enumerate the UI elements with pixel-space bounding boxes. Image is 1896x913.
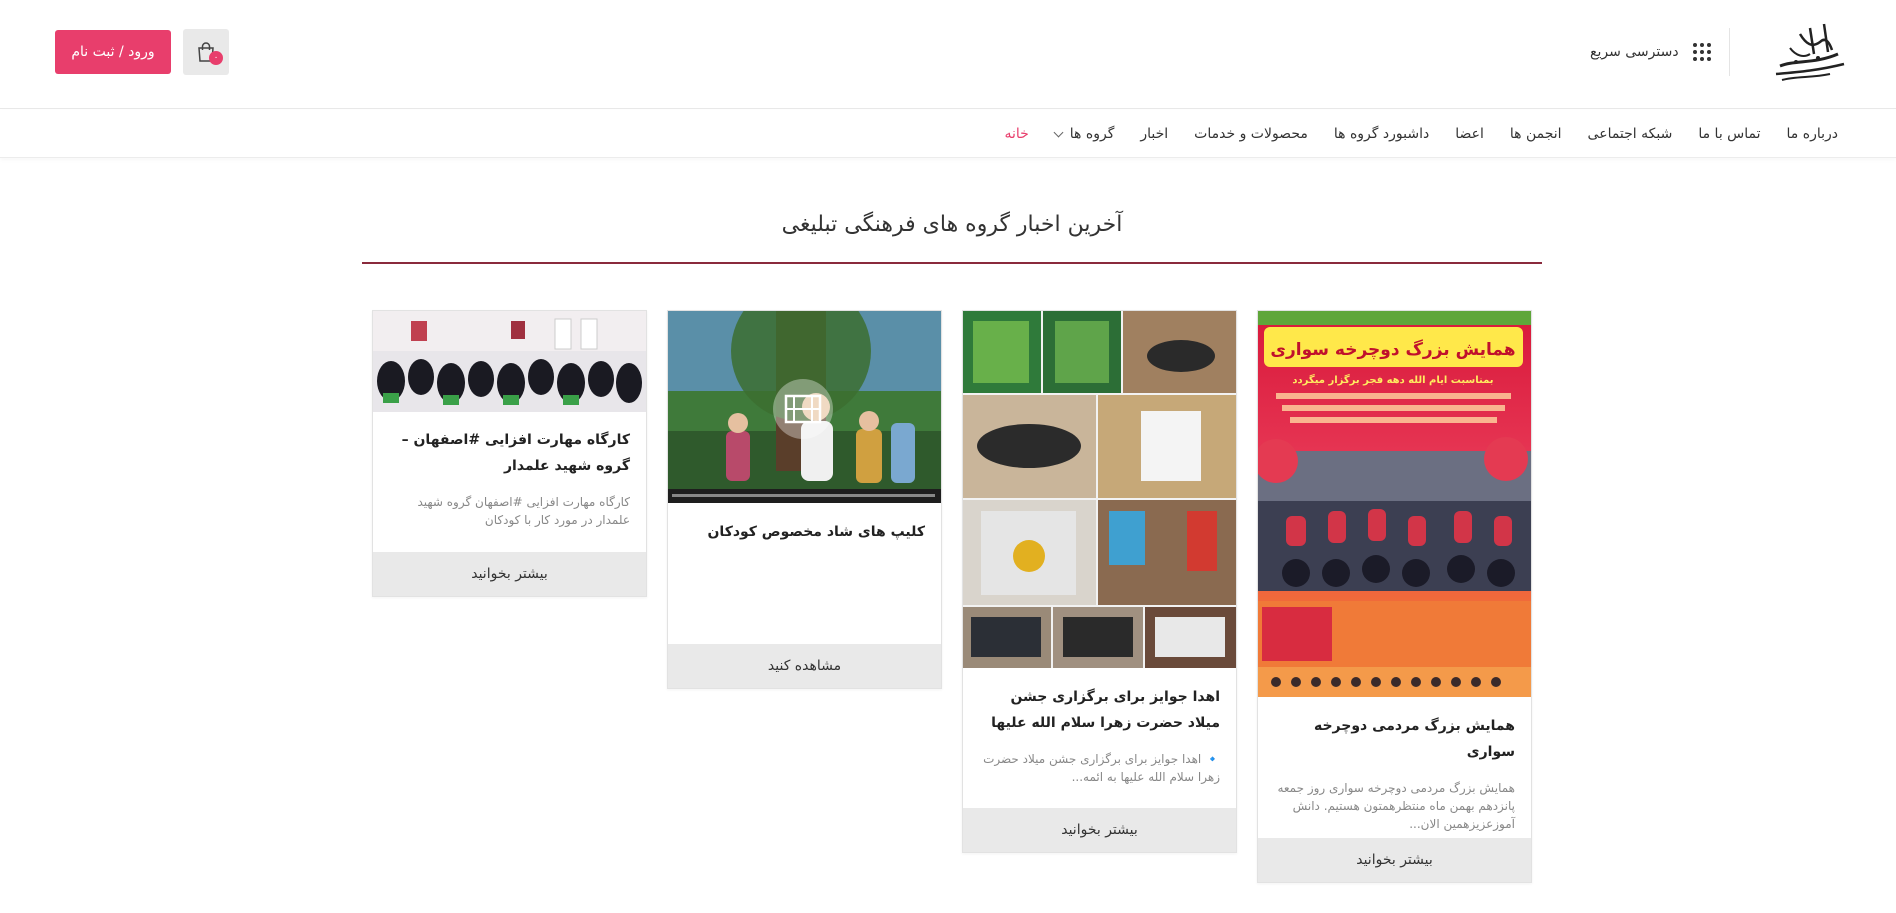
- card-description: کارگاه مهارت افزایی #اصفهان گروه شهید عل…: [417, 495, 630, 527]
- card-video-thumbnail[interactable]: [668, 311, 941, 503]
- cart-count-badge: ۰: [209, 51, 223, 65]
- card-title[interactable]: کارگاه مهارت افزایی #اصفهان – گروه شهید …: [389, 427, 630, 479]
- nav-item-dashboard[interactable]: داشبورد گروه ها: [1334, 126, 1429, 142]
- header-divider: [1729, 28, 1730, 76]
- card-description: 🔹 اهدا جوایز برای برگزاری جشن میلاد حضرت…: [983, 752, 1220, 784]
- site-logo[interactable]: [1760, 14, 1850, 90]
- nav-label: تماس با ما: [1698, 126, 1761, 142]
- chevron-down-icon: [1053, 127, 1064, 137]
- grid-dots-icon[interactable]: [1692, 43, 1711, 61]
- card-image-poster[interactable]: همایش بزرگ دوچرخه سواری بمناسبت ایام الل…: [1258, 311, 1531, 697]
- news-card[interactable]: همایش بزرگ دوچرخه سواری بمناسبت ایام الل…: [1257, 310, 1532, 883]
- nav-label: داشبورد گروه ها: [1333, 126, 1430, 142]
- quick-access[interactable]: دسترسی سریع: [1590, 38, 1711, 66]
- section-title: آخرین اخبار گروه های فرهنگی تبلیغی: [781, 212, 1123, 237]
- news-card[interactable]: کارگاه مهارت افزایی #اصفهان – گروه شهید …: [372, 310, 647, 597]
- video-card[interactable]: کلیپ های شاد مخصوص کودکان مشاهده کنید: [667, 310, 942, 689]
- nav-label: انجمن ها: [1509, 126, 1562, 142]
- card-image-collage[interactable]: [963, 311, 1236, 668]
- nav-label: درباره ما: [1786, 126, 1838, 142]
- nav-item-members[interactable]: اعضا: [1455, 126, 1484, 142]
- nav-label: اخبار: [1140, 126, 1169, 142]
- card-description: همایش بزرگ مردمی دوچرخه سواری روز جمعه پ…: [1277, 781, 1515, 831]
- cart-button[interactable]: ۰: [183, 29, 229, 75]
- nav-label: شبکه اجتماعی: [1587, 126, 1673, 142]
- nav-label: خانه: [1004, 126, 1029, 142]
- nav-item-about[interactable]: درباره ما: [1787, 126, 1838, 142]
- read-more-button[interactable]: بیشتر بخوانید: [1258, 838, 1531, 882]
- quick-access-label: دسترسی سریع: [1590, 44, 1679, 60]
- nav-item-groups[interactable]: گروه ها: [1053, 126, 1115, 142]
- card-title[interactable]: کلیپ های شاد مخصوص کودکان: [684, 519, 925, 545]
- nav-item-forums[interactable]: انجمن ها: [1510, 126, 1562, 142]
- nav-item-contact[interactable]: تماس با ما: [1698, 126, 1760, 142]
- title-underline: [362, 262, 1542, 264]
- nav-item-social[interactable]: شبکه اجتماعی: [1588, 126, 1673, 142]
- nav-item-products[interactable]: محصولات و خدمات: [1194, 126, 1308, 142]
- main-navigation: خانه گروه ها اخبار محصولات و خدمات داشبو…: [0, 110, 1896, 158]
- read-more-button[interactable]: بیشتر بخوانید: [373, 552, 646, 596]
- nav-item-home[interactable]: خانه: [1004, 126, 1028, 142]
- watch-button[interactable]: مشاهده کنید: [668, 644, 941, 688]
- card-title[interactable]: همایش بزرگ مردمی دوچرخه سواری: [1274, 713, 1515, 765]
- poster-subtitle: بمناسبت ایام الله دهه فجر برگزار میگردد: [1292, 373, 1493, 386]
- nav-label: گروه ها: [1069, 126, 1115, 142]
- nav-label: اعضا: [1455, 126, 1484, 142]
- login-register-button[interactable]: ورود / ثبت نام: [55, 30, 171, 74]
- card-title[interactable]: اهدا جوایز برای برگزاری جشن میلاد حضرت ز…: [979, 684, 1220, 736]
- nav-label: محصولات و خدمات: [1194, 126, 1308, 142]
- news-card[interactable]: اهدا جوایز برای برگزاری جشن میلاد حضرت ز…: [962, 310, 1237, 853]
- poster-headline: همایش بزرگ دوچرخه سواری: [1270, 340, 1515, 360]
- read-more-button[interactable]: بیشتر بخوانید: [963, 808, 1236, 852]
- card-image-workshop[interactable]: [373, 311, 646, 412]
- nav-item-news[interactable]: اخبار: [1140, 126, 1168, 142]
- top-header: دسترسی سریع ۰ ورود / ثبت نام: [0, 0, 1896, 109]
